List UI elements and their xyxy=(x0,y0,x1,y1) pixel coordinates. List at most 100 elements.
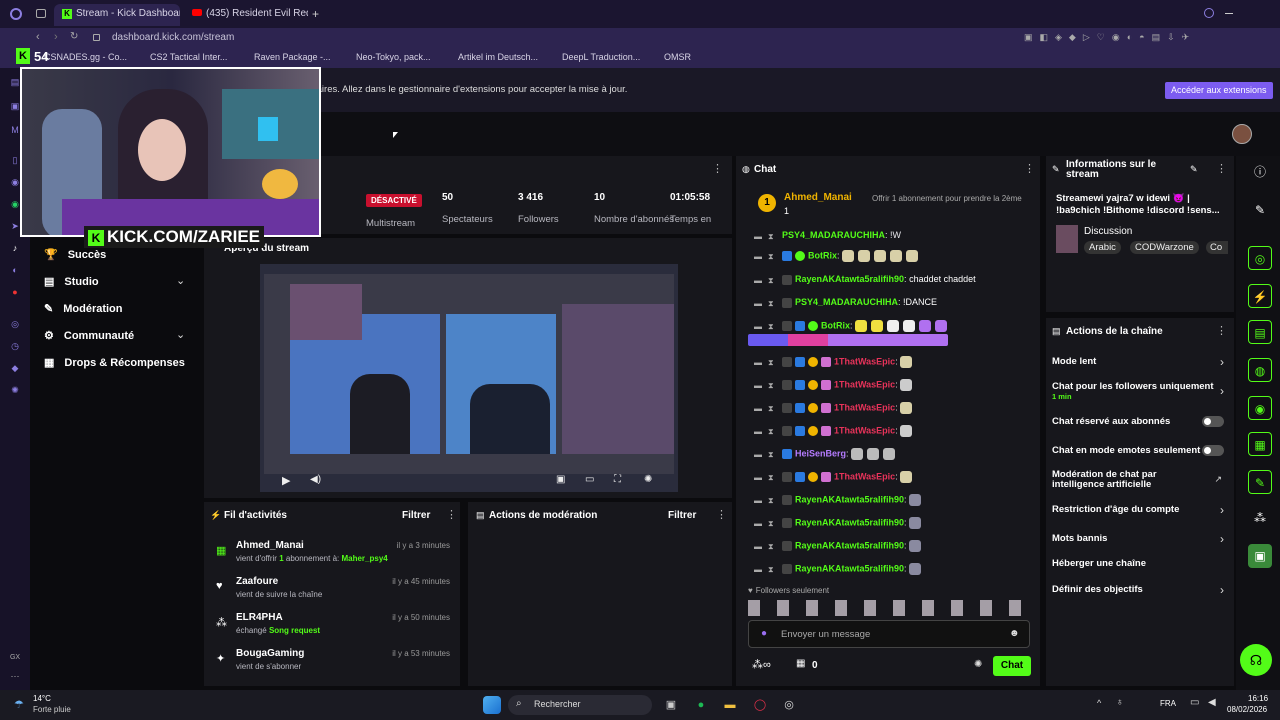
more-options-icon[interactable]: ⋮ xyxy=(1216,324,1227,337)
browser-logo-icon[interactable] xyxy=(10,8,22,20)
chat-username[interactable]: BotRix xyxy=(808,250,837,260)
activity-filter-button[interactable]: Filtrer xyxy=(402,510,430,521)
more-options-icon[interactable]: ⋮ xyxy=(716,508,727,521)
bookmark-item[interactable]: OMSR xyxy=(664,52,691,62)
pin-icon[interactable]: ▬ xyxy=(754,322,762,331)
opera-gx-icon[interactable]: ◯ xyxy=(751,696,769,714)
player-icon[interactable]: ◎ xyxy=(9,318,21,330)
chat-username[interactable]: RayenAKAtawta5ralifih90 xyxy=(795,540,904,550)
tab-overview-icon[interactable] xyxy=(36,9,46,18)
bookmark-item[interactable]: Artikel im Deutsch... xyxy=(458,52,538,62)
pin-icon[interactable]: ▬ xyxy=(754,542,762,551)
volume-icon[interactable]: ◀) xyxy=(310,474,321,485)
moderation-filter-button[interactable]: Filtrer xyxy=(668,510,696,521)
external-link-icon[interactable]: ↗ xyxy=(1214,474,1222,485)
nav-item-communaute[interactable]: ⚙ Communauté xyxy=(44,329,134,342)
timeout-icon[interactable]: ⧗ xyxy=(768,299,776,308)
stream-video[interactable] xyxy=(260,264,678,492)
chat-input-box[interactable]: ● Envoyer un message ☻ xyxy=(748,620,1030,648)
timeout-icon[interactable]: ⧗ xyxy=(768,252,776,261)
layout-icon[interactable]: ▦ xyxy=(1248,432,1272,456)
open-extensions-button[interactable]: Accéder aux extensions xyxy=(1165,82,1273,99)
more-options-icon[interactable]: ⋮ xyxy=(712,162,723,175)
theater-icon[interactable]: ▭ xyxy=(585,474,594,485)
chevron-right-icon[interactable]: › xyxy=(1220,355,1224,369)
pin-icon[interactable]: ▬ xyxy=(754,565,762,574)
banned-words-row[interactable]: Mots bannis xyxy=(1052,533,1228,544)
chat-username[interactable]: BotRix xyxy=(821,320,850,330)
scan-icon[interactable]: ◎ xyxy=(1248,246,1272,270)
pin-icon[interactable]: ▬ xyxy=(754,496,762,505)
settings-icon[interactable]: ✺ xyxy=(9,384,21,396)
subscribers-only-toggle[interactable] xyxy=(1202,416,1224,427)
pencil-icon[interactable]: ✎ xyxy=(1248,198,1272,222)
reload-icon[interactable]: ↻ xyxy=(70,31,78,42)
chat-username[interactable]: RayenAKAtawta5ralifih90 xyxy=(795,517,904,527)
tiktok-icon[interactable]: ♪ xyxy=(9,242,21,254)
chat-settings-icon[interactable]: ✺ xyxy=(974,659,982,670)
nav-item-drops[interactable]: ▦ Drops & Récompenses xyxy=(44,356,185,369)
chat-username[interactable]: RayenAKAtawta5ralifih90 xyxy=(795,494,904,504)
extension-icons[interactable]: ▣◧◈◆▷♡◉◐◓▤⇩✈ xyxy=(1024,32,1196,43)
pin-icon[interactable]: ▬ xyxy=(754,519,762,528)
chat-username[interactable]: 1ThatWasEpic xyxy=(834,379,895,389)
mic-tray-icon[interactable]: ♁ xyxy=(1116,697,1124,708)
points-icon[interactable]: ⁂∞ xyxy=(752,658,771,671)
network-icon[interactable]: ▭ xyxy=(1190,697,1199,708)
timeout-icon[interactable]: ⧗ xyxy=(768,542,776,551)
url-field[interactable]: dashboard.kick.com/stream xyxy=(112,32,234,43)
age-restriction-row[interactable]: Restriction d'âge du compte xyxy=(1052,504,1228,515)
more-options-icon[interactable]: ⋮ xyxy=(446,508,457,521)
chevron-right-icon[interactable]: › xyxy=(1220,384,1224,398)
plugin-icon[interactable]: ▣ xyxy=(1248,544,1272,568)
activity-user[interactable]: Ahmed_Manai xyxy=(236,540,304,551)
history-icon[interactable]: ◷ xyxy=(9,340,21,352)
clock-time[interactable]: 16:16 xyxy=(1248,694,1268,703)
fullscreen-icon[interactable]: ⛶ xyxy=(614,474,621,485)
activity-user[interactable]: ELR4PHA xyxy=(236,612,283,623)
tab-youtube[interactable]: (435) Resident Evil Requie xyxy=(184,4,308,26)
file-explorer-icon[interactable]: ▬ xyxy=(721,696,739,714)
emoji-icon[interactable]: ☻ xyxy=(1009,628,1020,639)
ai-moderation-row[interactable]: Modération de chat par intelligence arti… xyxy=(1052,470,1192,490)
activity-highlight[interactable]: Song request xyxy=(269,626,320,635)
start-icon[interactable] xyxy=(483,696,501,714)
chat-send-button[interactable]: Chat xyxy=(993,656,1031,676)
timeout-icon[interactable]: ⧗ xyxy=(768,565,776,574)
timeout-icon[interactable]: ⧗ xyxy=(768,232,776,241)
timeout-icon[interactable]: ⧗ xyxy=(768,322,776,331)
timeout-icon[interactable]: ⧗ xyxy=(768,473,776,482)
music-icon[interactable]: ● xyxy=(9,286,21,298)
window-minimize-button[interactable] xyxy=(1225,13,1233,14)
set-goals-row[interactable]: Définir des objectifs xyxy=(1052,584,1228,595)
chevron-right-icon[interactable]: › xyxy=(1220,503,1224,517)
timeout-icon[interactable]: ⧗ xyxy=(768,496,776,505)
pin-icon[interactable]: ▬ xyxy=(754,473,762,482)
timeout-icon[interactable]: ⧗ xyxy=(768,450,776,459)
slow-mode-row[interactable]: Mode lent xyxy=(1052,356,1228,367)
weather-desc[interactable]: Forte pluie xyxy=(33,705,71,714)
back-icon[interactable]: ‹ xyxy=(36,31,40,43)
activity-user[interactable]: Zaafoure xyxy=(236,576,278,587)
pinned-user[interactable]: Ahmed_Manai xyxy=(784,192,852,203)
nav-item-moderation[interactable]: ✎ Modération xyxy=(44,302,123,315)
bookmark-item[interactable]: CS2 Tactical Inter... xyxy=(150,52,227,62)
language-indicator[interactable]: FRA xyxy=(1160,699,1176,708)
pin-icon[interactable]: ▬ xyxy=(754,299,762,308)
wrench-icon[interactable]: ✎ xyxy=(1248,470,1272,494)
tag-chip[interactable]: Co xyxy=(1206,241,1228,254)
timeout-icon[interactable]: ⧗ xyxy=(768,358,776,367)
chevron-right-icon[interactable]: › xyxy=(1220,583,1224,597)
chat-username[interactable]: 1ThatWasEpic xyxy=(834,425,895,435)
task-view-icon[interactable]: ▣ xyxy=(662,696,680,714)
bookmark-item[interactable]: CSNADES.gg - Co... xyxy=(44,52,127,62)
mic-icon[interactable]: ● xyxy=(761,628,767,639)
chat-username[interactable]: PSY4_MADARAUCHIHA xyxy=(795,297,898,307)
category-name[interactable]: Discussion xyxy=(1084,226,1132,237)
timeout-icon[interactable]: ⧗ xyxy=(768,404,776,413)
pin-icon[interactable]: ▬ xyxy=(754,276,762,285)
emote-quickbar[interactable] xyxy=(748,600,1028,616)
settings-icon[interactable]: ✺ xyxy=(644,474,652,485)
timeout-icon[interactable]: ⧗ xyxy=(768,427,776,436)
user-avatar[interactable] xyxy=(1232,124,1252,144)
